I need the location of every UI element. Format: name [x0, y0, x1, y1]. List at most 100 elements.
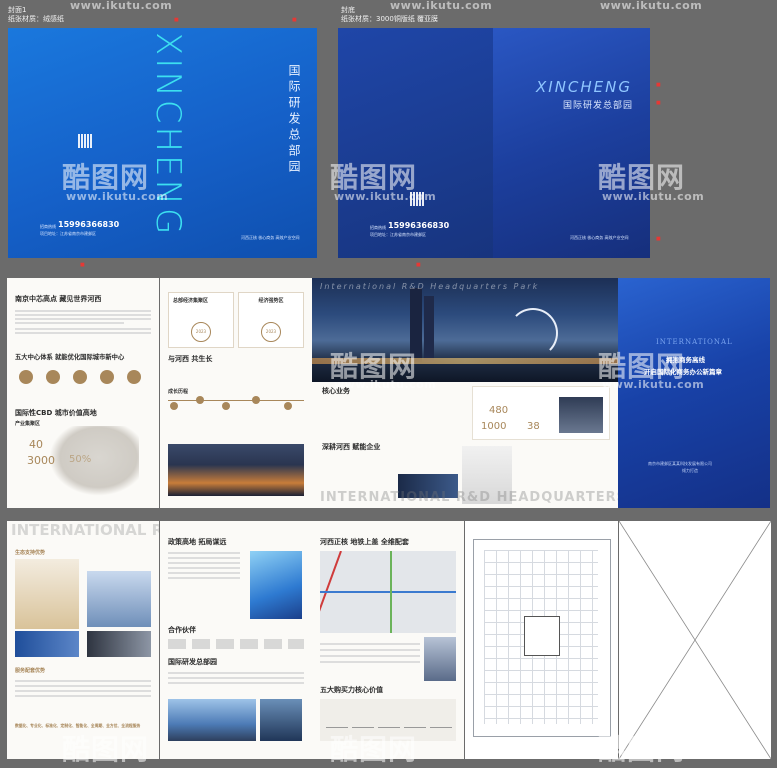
center-icon-3: [73, 370, 87, 384]
back-phone-label: 招商热线: [370, 225, 386, 230]
back-title: XINCHENG: [536, 78, 632, 96]
timeline-dot: [170, 402, 178, 410]
dimension-mark: ■: [656, 236, 661, 242]
spread2-p1-banner: INTERNATIONAL R&D: [11, 521, 159, 539]
spread1-p1-title: 南京中芯高点 藏见世界河西: [15, 295, 102, 303]
hq-zone-box: 总部经济集聚区 2023: [168, 292, 234, 348]
stat-480: 480: [489, 405, 509, 416]
placeholder-cross-icon: [619, 521, 771, 759]
front-bottom-right: 河西正核 核心商务 高效产业空间: [241, 235, 300, 240]
dimension-mark: ■: [174, 17, 179, 23]
material-left-label: 纸张材质：绒感纸: [8, 15, 64, 23]
spread2-p3-sec2: 五大购买力核心价值: [320, 686, 383, 694]
spread1-p4-company: 南京市建邺区某某科技发展有限公司: [648, 461, 712, 466]
watermark-url: www.ikutu.com: [390, 0, 493, 12]
stat-1000: 1000: [481, 421, 507, 432]
front-vertical-title: XINCHENG: [148, 32, 188, 238]
dimension-mark: ■: [292, 17, 297, 23]
material-right-label: 纸张材质：3000铜版纸 覆亚膜: [341, 15, 439, 23]
blank-page: [619, 521, 771, 759]
dimension-mark: ■: [656, 82, 661, 88]
light-reflection: [312, 358, 618, 364]
value-icon: [352, 707, 374, 728]
back-bottom-right: 河西正核 核心商务 高效产业空间: [570, 235, 629, 240]
partner-logos: [168, 639, 304, 649]
bridge-arch-shape: [508, 308, 558, 358]
spread1-p3-sec1: 核心业务: [322, 387, 350, 395]
center-icon-2: [46, 370, 60, 384]
center-icon-4: [100, 370, 114, 384]
stat-40: 40: [29, 438, 43, 451]
front-vertical-sub: 国际研发总部园: [287, 64, 301, 176]
center-icon-5: [127, 370, 141, 384]
back-subtitle: 国际研发总部园: [563, 101, 634, 111]
back-cover-right-panel: [493, 28, 650, 258]
dimension-mark: ■: [656, 100, 661, 106]
hq-building-photo: [168, 699, 256, 741]
timeline-dot: [284, 402, 292, 410]
metro-map-image: [320, 551, 456, 633]
watermark-url: www.ikutu.com: [600, 0, 703, 12]
spread1-page4: INTERNATIONAL 拥抱商务高线 开启国际化商务办公新篇章 南京市建邺区…: [618, 278, 770, 508]
spread1-p1-sec2: 五大中心体系 就能优化国际城市新中心: [15, 354, 125, 361]
spread2-p2-sec3: 国际研发总部园: [168, 658, 217, 666]
timeline-dot: [252, 396, 260, 404]
office-building-photo: [87, 571, 151, 627]
spread1-p4-line2: 开启国际化商务办公新篇章: [644, 368, 722, 376]
cover-right-label: 封底: [341, 6, 355, 14]
year-badge-1: 2023: [191, 322, 211, 342]
industry-label: 产业集聚区: [15, 421, 41, 427]
spread1-p4-en: INTERNATIONAL: [656, 338, 733, 346]
team-photo: [87, 631, 151, 657]
spread2-p1-sec2: 服务配套优势: [15, 668, 46, 674]
econ-zone-box: 经济强势区 2023: [238, 292, 304, 348]
front-address: 项目地址：江苏省南京市建邺区: [40, 231, 96, 236]
dimension-mark: ■: [80, 262, 85, 268]
tower-shape: [424, 296, 434, 362]
service-body: [15, 677, 151, 700]
front-phone-label: 招商热线: [40, 224, 56, 229]
back-phone: 15996366830: [388, 221, 450, 230]
year-badge-2: 2023: [261, 322, 281, 342]
spread2-page2: 政策高地 拓局谋远 合作伙伴 国际研发总部园: [160, 521, 312, 759]
policy-body: [168, 549, 240, 582]
hq-body: [168, 669, 304, 687]
value-icon: [404, 707, 426, 728]
timeline-dot: [222, 402, 230, 410]
stat-3000: 3000: [27, 454, 55, 467]
spread1-p1-body: [15, 308, 151, 336]
spread2-p3-sec1: 河西正核 地铁上盖 全维配套: [320, 538, 409, 546]
service-tags: 数据化、专业化、标准化、定制化、智能化、全周期、全方位、全流程服务: [15, 723, 141, 728]
building-photo: [559, 397, 603, 433]
spread1-page1: 南京中芯高点 藏见世界河西 五大中心体系 就能优化国际城市新中心 国际性CBD …: [7, 278, 159, 508]
watermark-url: www.ikutu.com: [70, 0, 173, 12]
spread1-page2: 总部经济集聚区 2023 经济强势区 2023 与河西 共生长 成长历程: [160, 278, 312, 508]
back-cover: XINCHENG 国际研发总部园 招商热线 15996366830 项目地址：江…: [338, 28, 650, 258]
spread1-p1-sec3: 国际性CBD 城市价值高地: [15, 409, 97, 417]
front-phone: 15996366830: [58, 220, 120, 229]
amenity-photo: [424, 637, 456, 681]
spread1-p2-title: 与河西 共生长: [168, 355, 213, 363]
metro-line: [390, 551, 392, 633]
back-address: 项目地址：江苏省南京市建邺区: [370, 232, 426, 237]
hq-zone-title: 总部经济集聚区: [173, 298, 209, 304]
spread1-p4-line1: 拥抱商务高线: [666, 356, 705, 364]
econ-zone-title: 经济强势区: [258, 298, 284, 304]
tech-photo: [15, 631, 79, 657]
floor-plan-page: [465, 521, 618, 759]
coins-photo: [15, 559, 79, 629]
spread1-p3-sec2: 深耕河西 赋能企业: [322, 443, 381, 451]
floor-plan-frame: [473, 539, 611, 737]
timeline-dot: [196, 396, 204, 404]
center-icon-1: [19, 370, 33, 384]
cover-left-label: 封面1: [8, 6, 27, 14]
value-icon: [378, 707, 400, 728]
timeline-line: [168, 400, 304, 401]
back-qr-icon: [410, 192, 424, 206]
skyline-photo: [312, 278, 618, 382]
metro-line: [320, 551, 342, 629]
front-cover: XINCHENG 国际研发总部园 招商热线 15996366830 项目地址：江…: [8, 28, 317, 258]
spread1-p4-company2: 倾力打造: [682, 468, 698, 473]
spread1-page3: International R&D Headquarters Park 核心业务…: [312, 278, 618, 508]
spread2-page3: 河西正核 地铁上盖 全维配套 五大购买力核心价值: [312, 521, 464, 759]
